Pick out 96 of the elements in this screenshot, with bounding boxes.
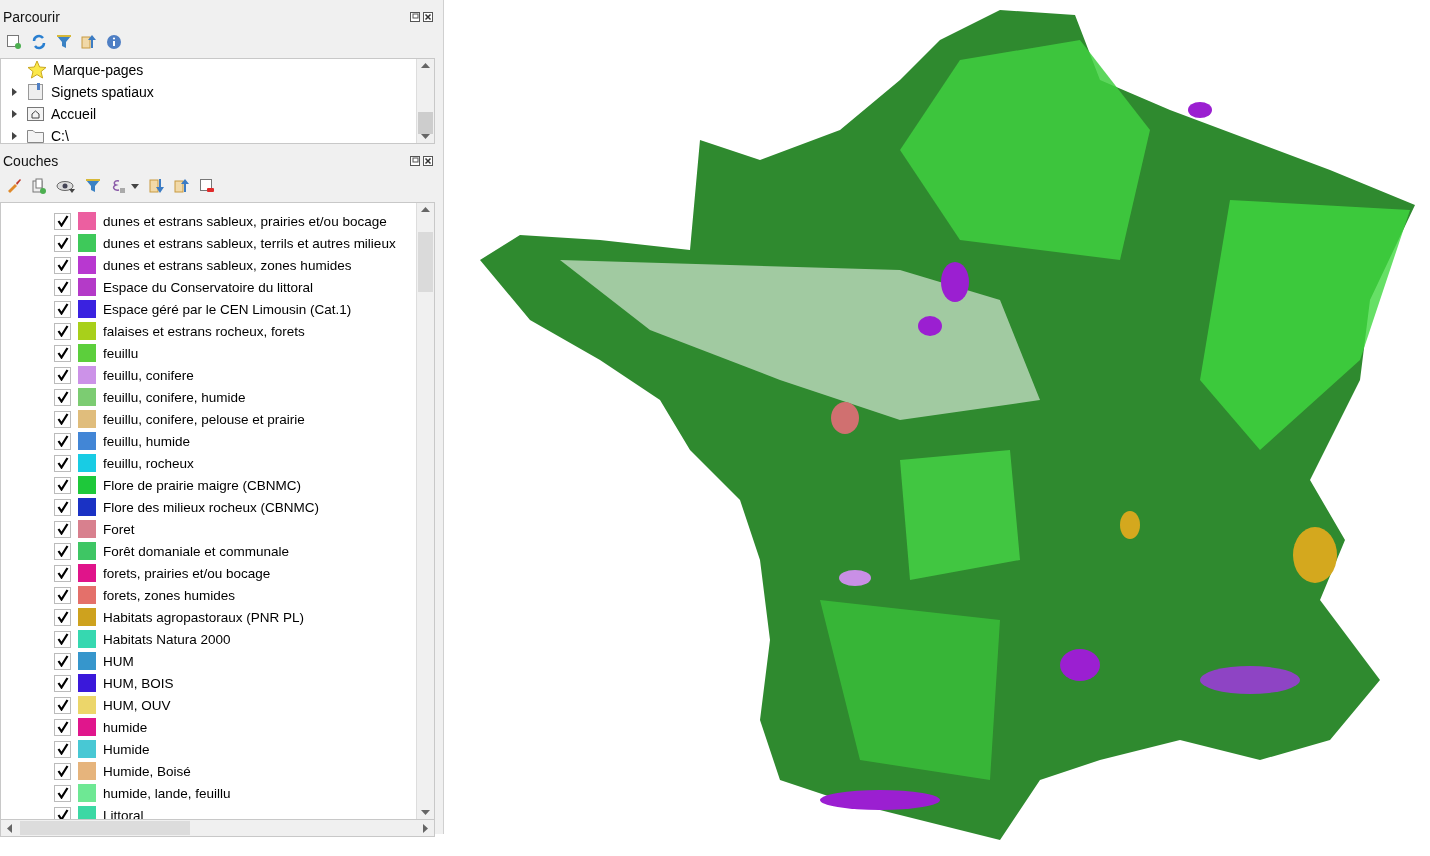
bookmark-icon — [27, 83, 45, 101]
layer-checkbox[interactable] — [54, 300, 71, 318]
layer-name[interactable]: feuillu, conifere, pelouse et prairie — [103, 411, 305, 427]
layer-checkbox[interactable] — [54, 652, 71, 670]
layer-checkbox[interactable] — [54, 454, 71, 472]
tree-item[interactable]: Signets spatiaux — [51, 84, 154, 100]
layer-name[interactable]: Littoral — [103, 807, 144, 819]
layer-checkbox[interactable] — [54, 586, 71, 604]
filter-icon[interactable] — [85, 178, 101, 194]
layer-checkbox[interactable] — [54, 784, 71, 802]
layer-name[interactable]: feuillu, rocheux — [103, 455, 194, 471]
scroll-up-icon[interactable] — [421, 63, 430, 68]
layer-checkbox[interactable] — [54, 366, 71, 384]
star-icon — [27, 60, 47, 80]
tree-item[interactable]: Accueil — [51, 106, 97, 122]
layer-name[interactable]: dunes et estrans sableux, terrils et autres milieux — [103, 235, 396, 251]
layer-name[interactable]: forets, zones humides — [103, 587, 236, 603]
info-icon[interactable] — [106, 34, 122, 50]
layer-name[interactable]: HUM — [103, 653, 134, 669]
collapse-icon[interactable] — [81, 34, 97, 50]
layer-name[interactable]: feuillu, conifere — [103, 367, 194, 383]
scrollbar-thumb[interactable] — [20, 821, 190, 835]
scrollbar[interactable] — [416, 59, 434, 143]
horizontal-scrollbar[interactable] — [0, 819, 435, 837]
eye-icon[interactable] — [56, 178, 76, 194]
layer-checkbox[interactable] — [54, 740, 71, 758]
layer-name[interactable]: Forêt domaniale et communale — [103, 543, 290, 559]
layer-checkbox[interactable] — [54, 718, 71, 736]
collapse-all-icon[interactable] — [174, 178, 190, 194]
layer-checkbox[interactable] — [54, 278, 71, 296]
layer-checkbox[interactable] — [54, 388, 71, 406]
panel-title: Parcourir — [3, 9, 60, 25]
paintbrush-icon[interactable] — [6, 178, 22, 194]
layer-checkbox[interactable] — [54, 212, 71, 230]
layer-checkbox[interactable] — [54, 806, 71, 819]
close-icon[interactable] — [423, 12, 433, 22]
scroll-right-icon[interactable] — [423, 823, 428, 833]
float-icon[interactable] — [410, 12, 420, 22]
layer-name[interactable]: forets, prairies et/ou bocage — [103, 565, 271, 581]
layer-name[interactable]: humide, lande, feuillu — [103, 785, 231, 801]
layer-checkbox[interactable] — [54, 696, 71, 714]
layer-name[interactable]: Espace géré par le CEN Limousin (Cat.1) — [103, 301, 352, 317]
layer-name[interactable]: Foret — [103, 521, 135, 537]
remove-layer-icon[interactable] — [199, 178, 215, 194]
home-folder-icon — [27, 106, 45, 122]
scroll-down-icon[interactable] — [421, 810, 430, 815]
layer-name[interactable]: feuillu, humide — [103, 433, 191, 449]
expand-arrow-icon[interactable] — [11, 132, 17, 140]
layer-name[interactable]: dunes et estrans sableux, zones humides — [103, 257, 352, 273]
layer-name[interactable]: feuillu — [103, 345, 139, 361]
layer-checkbox[interactable] — [54, 476, 71, 494]
expand-arrow-icon[interactable] — [11, 88, 17, 96]
layer-checkbox[interactable] — [54, 432, 71, 450]
layer-name[interactable]: HUM, OUV — [103, 697, 171, 713]
tree-item[interactable]: C:\ — [51, 128, 69, 143]
expression-filter-icon[interactable] — [110, 178, 140, 194]
close-icon[interactable] — [423, 156, 433, 166]
layer-name[interactable]: Flore de prairie maigre (CBNMC) — [103, 477, 302, 493]
layer-checkbox[interactable] — [54, 234, 71, 252]
layer-name[interactable]: Humide, Boisé — [103, 763, 191, 779]
layer-checkbox[interactable] — [54, 344, 71, 362]
scrollbar[interactable] — [416, 203, 434, 819]
layer-checkbox[interactable] — [54, 762, 71, 780]
scroll-left-icon[interactable] — [7, 823, 12, 833]
layer-checkbox[interactable] — [54, 322, 71, 340]
layer-checkbox[interactable] — [54, 410, 71, 428]
layer-checkbox[interactable] — [54, 256, 71, 274]
tree-item[interactable]: Marque-pages — [53, 62, 144, 78]
refresh-icon[interactable] — [31, 34, 47, 50]
expand-all-icon[interactable] — [149, 178, 165, 194]
scroll-up-icon[interactable] — [421, 207, 430, 212]
layer-checkbox[interactable] — [54, 520, 71, 538]
layer-name[interactable]: Humide — [103, 741, 150, 757]
expand-arrow-icon[interactable] — [11, 110, 17, 118]
layer-name[interactable]: Flore des milieux rocheux (CBNMC) — [103, 499, 320, 515]
scrollbar-thumb[interactable] — [418, 232, 433, 292]
panel-title: Couches — [3, 153, 59, 169]
layer-checkbox[interactable] — [54, 674, 71, 692]
layer-name[interactable]: Habitats agropastoraux (PNR PL) — [103, 609, 305, 625]
layer-name[interactable]: dunes et estrans sableux, prairies et/ou bocage — [103, 213, 387, 229]
float-icon[interactable] — [410, 156, 420, 166]
layer-checkbox[interactable] — [54, 564, 71, 582]
layer-name[interactable]: HUM, BOIS — [103, 675, 174, 691]
scrollbar-thumb[interactable] — [418, 112, 433, 134]
layer-name[interactable]: falaises et estrans rocheux, forets — [103, 323, 305, 339]
layer-name[interactable]: feuillu, conifere, humide — [103, 389, 246, 405]
layer-name[interactable]: Espace du Conservatoire du littoral — [103, 279, 314, 295]
layer-checkbox[interactable] — [54, 498, 71, 516]
layer-checkbox[interactable] — [54, 608, 71, 626]
add-layer-icon[interactable] — [6, 34, 22, 50]
layer-name[interactable]: humide — [103, 719, 148, 735]
layer-checkbox[interactable] — [54, 630, 71, 648]
layer-checkbox[interactable] — [54, 542, 71, 560]
add-group-icon[interactable] — [31, 178, 47, 194]
layer-name[interactable]: Habitats Natura 2000 — [103, 631, 231, 647]
filter-icon[interactable] — [56, 34, 72, 50]
